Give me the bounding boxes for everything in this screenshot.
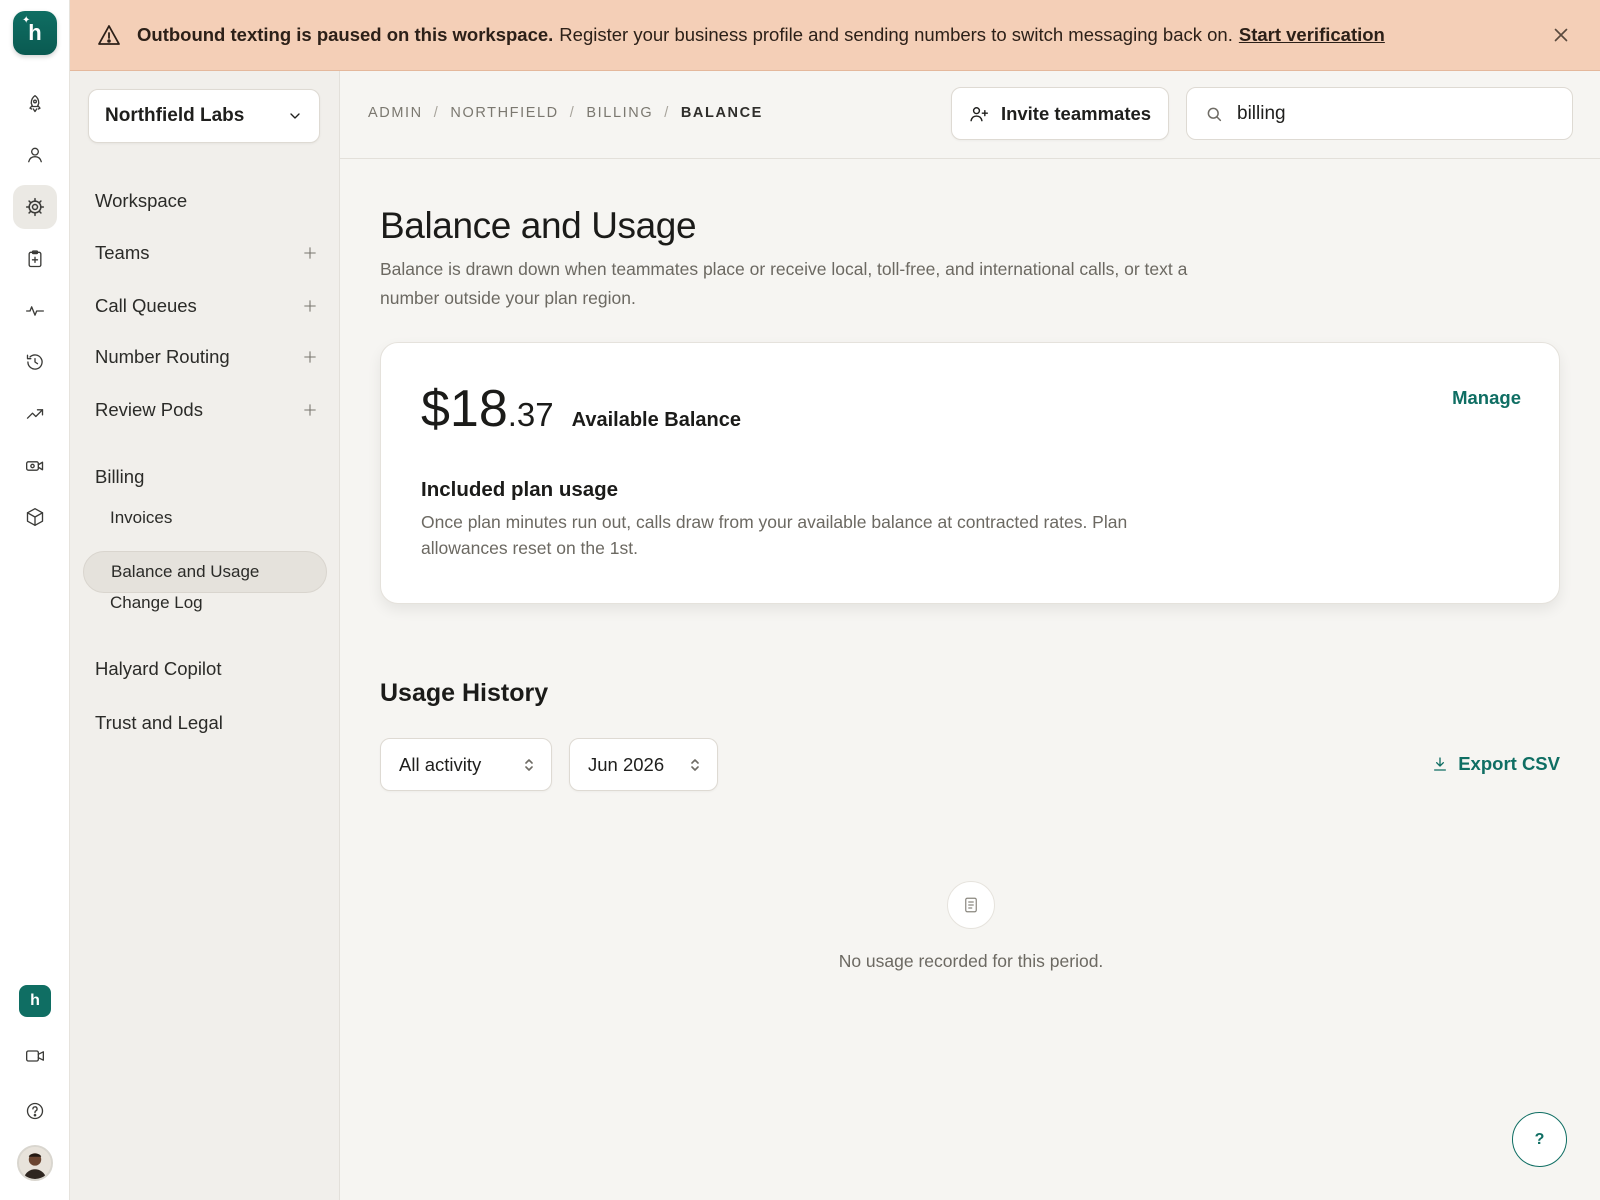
sidebar-item-trust-and-legal[interactable]: Trust and Legal (95, 707, 317, 739)
sidebar-item-label: Trust and Legal (95, 712, 223, 733)
period-filter-value: Jun 2026 (588, 753, 665, 775)
search-box[interactable] (1186, 87, 1573, 140)
sparkle-icon: ✦ (22, 15, 31, 26)
balance-label: Available Balance (571, 409, 741, 431)
sidebar-item-number-routing[interactable]: Number Routing (95, 341, 317, 373)
plus-icon[interactable] (303, 350, 317, 364)
breadcrumb-separator: / (664, 105, 670, 121)
breadcrumb-billing[interactable]: BILLING (586, 105, 653, 121)
sidebar-item-label: Workspace (95, 190, 188, 211)
sidebar-item-review-pods[interactable]: Review Pods (95, 394, 317, 426)
clipboard-icon[interactable] (13, 237, 57, 281)
empty-state-text: No usage recorded for this period. (838, 951, 1104, 971)
history-icon[interactable] (13, 340, 57, 384)
manage-link[interactable]: Manage (1452, 387, 1521, 409)
banner-text: Register your business profile and sendi… (559, 24, 1233, 45)
workspace-badge[interactable]: h (19, 985, 51, 1017)
invite-label: Invite teammates (1000, 102, 1152, 124)
sidebar-subitem-label: Invoices (110, 508, 173, 527)
sidebar-item-label: Call Queues (95, 295, 197, 316)
document-icon (947, 881, 995, 929)
page-title: Balance and Usage (380, 205, 697, 246)
sidebar-item-call-queues[interactable]: Call Queues (95, 290, 317, 322)
warning-icon (98, 25, 120, 45)
close-icon[interactable] (1550, 24, 1572, 46)
package-icon[interactable] (13, 495, 57, 539)
plus-icon[interactable] (303, 299, 317, 313)
search-input[interactable] (1237, 102, 1537, 125)
period-filter-select[interactable]: Jun 2026 (569, 738, 718, 791)
search-icon (1207, 107, 1222, 121)
breadcrumb-separator: / (569, 105, 576, 121)
download-icon (1434, 757, 1447, 771)
balance-card: $ 18 .37 Available Balance Manage Includ… (380, 342, 1560, 604)
page-description: Balance is drawn down when teammates pla… (380, 259, 1188, 308)
app-rail: ✦ h h (0, 0, 70, 1200)
sidebar-subitem-label: Balance and Usage (111, 562, 260, 581)
breadcrumb: ADMIN / NORTHFIELD / BILLING / BALANCE (368, 105, 763, 121)
sidebar-item-label: Halyard Copilot (95, 658, 222, 679)
sidebar-item-workspace[interactable]: Workspace (95, 185, 317, 217)
video-icon[interactable] (13, 1034, 57, 1078)
rocket-icon[interactable] (13, 82, 57, 126)
avatar[interactable] (17, 1145, 53, 1181)
invite-teammates-button[interactable]: Invite teammates (951, 87, 1169, 140)
verification-banner: Outbound texting is paused on this works… (70, 0, 1600, 71)
balance-amount: $ 18 .37 Available Balance (421, 379, 741, 439)
banner-bold: Outbound texting is paused on this works… (137, 24, 554, 45)
included-usage-title: Included plan usage (421, 478, 619, 501)
export-csv-button[interactable]: Export CSV (1432, 753, 1560, 775)
usage-history-title: Usage History (380, 679, 549, 707)
help-button[interactable]: ? (1512, 1112, 1567, 1167)
sidebar-item-label: Review Pods (95, 399, 203, 420)
plus-icon[interactable] (303, 403, 317, 417)
included-usage-description: Once plan minutes run out, calls draw fr… (421, 512, 1128, 558)
sidebar-item-label: Teams (95, 242, 150, 263)
plus-icon[interactable] (303, 246, 317, 260)
activity-filter-value: All activity (399, 753, 482, 775)
chevron-updown-icon (525, 758, 533, 771)
breadcrumb-admin[interactable]: ADMIN (368, 105, 423, 121)
sidebar-item-teams[interactable]: Teams (95, 237, 317, 269)
banner-message: Outbound texting is paused on this works… (137, 24, 1233, 46)
balance-whole: 18 (449, 380, 508, 438)
sidebar-item-label: Number Routing (95, 346, 230, 367)
breadcrumb-separator: / (433, 105, 440, 121)
chevron-down-icon (290, 113, 300, 119)
breadcrumb-northfield[interactable]: NORTHFIELD (450, 105, 558, 121)
sidebar-item-billing[interactable]: Billing (95, 461, 317, 493)
user-icon[interactable] (13, 133, 57, 177)
start-verification-link[interactable]: Start verification (1239, 24, 1385, 46)
user-plus-icon (970, 106, 988, 121)
app-logo[interactable]: ✦ h (13, 11, 57, 55)
sidebar-subitem-label: Change Log (110, 593, 203, 612)
workspace-selector[interactable]: Northfield Labs (88, 89, 320, 143)
sidebar-item-halyard-copilot[interactable]: Halyard Copilot (95, 653, 317, 685)
settings-sidebar: Northfield Labs Workspace Teams Call Que… (70, 71, 340, 1200)
balance-cents: .37 (507, 396, 554, 433)
activity-icon[interactable] (13, 289, 57, 333)
sidebar-subitem-change-log[interactable]: Change Log (83, 582, 327, 624)
help-icon[interactable] (13, 1089, 57, 1133)
balance-currency: $ (421, 380, 450, 438)
activity-filter-select[interactable]: All activity (380, 738, 552, 791)
settings-icon[interactable] (13, 185, 57, 229)
sidebar-item-label: Billing (95, 466, 145, 487)
export-csv-label: Export CSV (1458, 753, 1560, 774)
breadcrumb-balance: BALANCE (680, 105, 763, 121)
main-content: Balance and Usage Balance is drawn down … (340, 159, 1600, 1200)
workspace-name: Northfield Labs (105, 105, 245, 126)
chevron-updown-icon (691, 758, 699, 771)
page-header: ADMIN / NORTHFIELD / BILLING / BALANCE I… (340, 71, 1600, 159)
trending-icon[interactable] (13, 392, 57, 436)
video-card-icon[interactable] (13, 444, 57, 488)
sidebar-subitem-invoices[interactable]: Invoices (83, 497, 327, 539)
